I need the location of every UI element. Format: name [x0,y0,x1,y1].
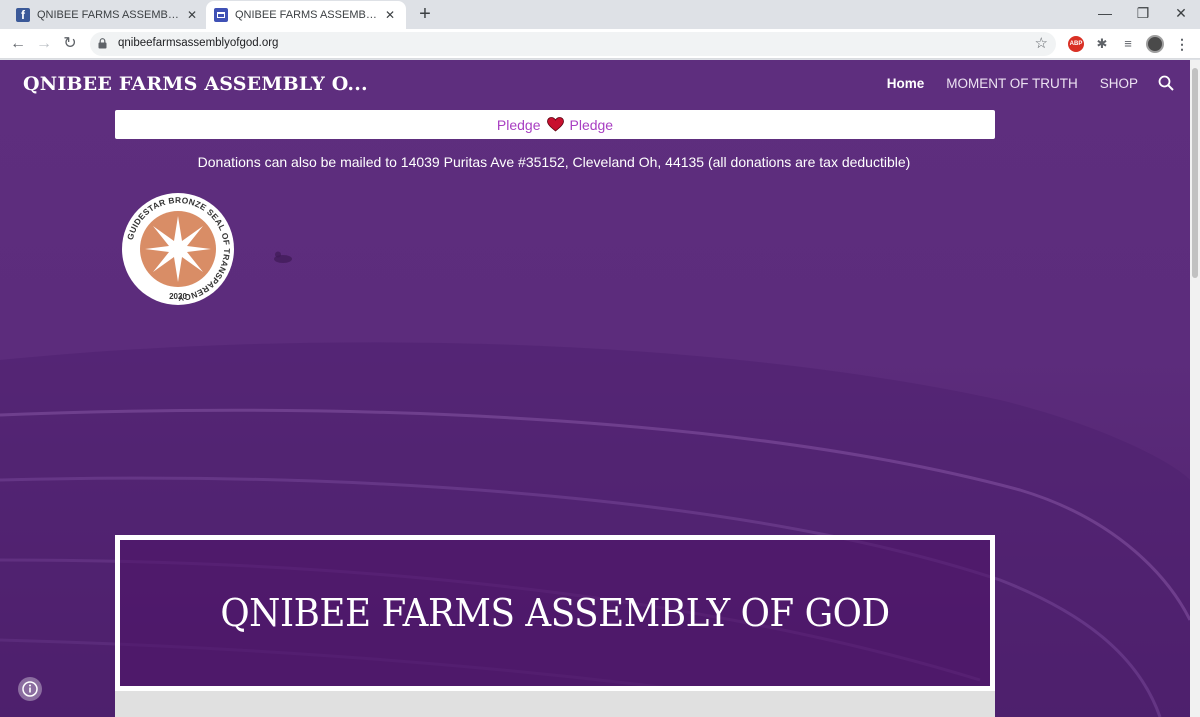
search-icon[interactable] [1158,75,1174,91]
pledge-button[interactable]: Pledge Pledge [115,110,995,139]
tab-title: QNIBEE FARMS ASSEMBLY OF GOD [37,9,184,21]
pledge-label-left: Pledge [496,116,541,133]
profile-avatar[interactable] [1146,35,1164,53]
nav-moment-of-truth[interactable]: MOMENT OF TRUTH [946,76,1078,91]
browser-toolbar: ← → ↻ qnibeefarmsassemblyofgod.org ☆ ABP… [0,29,1200,59]
site-navigation: Home MOMENT OF TRUTH SHOP [865,75,1190,91]
tab-strip: f QNIBEE FARMS ASSEMBLY OF GOD ✕ QNIBEE … [0,0,1200,29]
nav-home[interactable]: Home [887,76,925,91]
page-viewport: QNIBEE FARMS ASSEMBLY O... Home MOMENT O… [0,60,1190,717]
new-tab-button[interactable]: + [414,3,436,25]
tab-close-icon[interactable]: ✕ [382,8,398,22]
tab-close-icon[interactable]: ✕ [184,8,200,22]
bookmark-star-icon[interactable]: ☆ [1035,34,1048,52]
page-icon [214,8,228,22]
info-icon [22,681,38,697]
nav-shop[interactable]: SHOP [1100,76,1138,91]
tab-website[interactable]: QNIBEE FARMS ASSEMBLY OF GOD ✕ [206,1,406,29]
media-queue-icon[interactable]: ≡ [1120,36,1136,52]
facebook-icon: f [16,8,30,22]
hero-title-box: QNIBEE FARMS ASSEMBLY OF GOD [115,535,995,691]
url-text: qnibeefarmsassemblyofgod.org [118,37,279,49]
forward-button[interactable]: → [32,32,56,56]
pledge-label-right: Pledge [569,116,614,133]
tab-title: QNIBEE FARMS ASSEMBLY OF GOD [235,9,382,21]
lock-icon [98,38,107,49]
page-scrollbar[interactable] [1190,60,1200,717]
guidestar-seal[interactable]: GUIDESTAR BRONZE SEAL OF TRANSPARENCY 20… [121,192,235,306]
address-bar[interactable]: qnibeefarmsassemblyofgod.org ☆ [90,32,1056,56]
browser-menu-icon[interactable]: ⋮ [1174,36,1190,52]
info-button[interactable] [18,677,42,701]
window-close-button[interactable]: ✕ [1158,0,1200,29]
seal-year: 2020 [169,292,187,301]
tab-facebook[interactable]: f QNIBEE FARMS ASSEMBLY OF GOD ✕ [8,1,208,29]
hero-title: QNIBEE FARMS ASSEMBLY OF GOD [220,591,890,635]
content-strip [115,691,995,717]
extensions-puzzle-icon[interactable]: ✱ [1094,36,1110,52]
reload-button[interactable]: ↻ [58,32,82,56]
adblock-extension-icon[interactable]: ABP [1068,36,1084,52]
heart-icon [546,117,564,132]
scrollbar-thumb[interactable] [1192,68,1198,278]
back-button[interactable]: ← [6,32,30,56]
donation-note: Donations can also be mailed to 14039 Pu… [197,154,911,170]
duck-silhouette [274,251,292,263]
site-title[interactable]: QNIBEE FARMS ASSEMBLY O... [23,73,368,95]
